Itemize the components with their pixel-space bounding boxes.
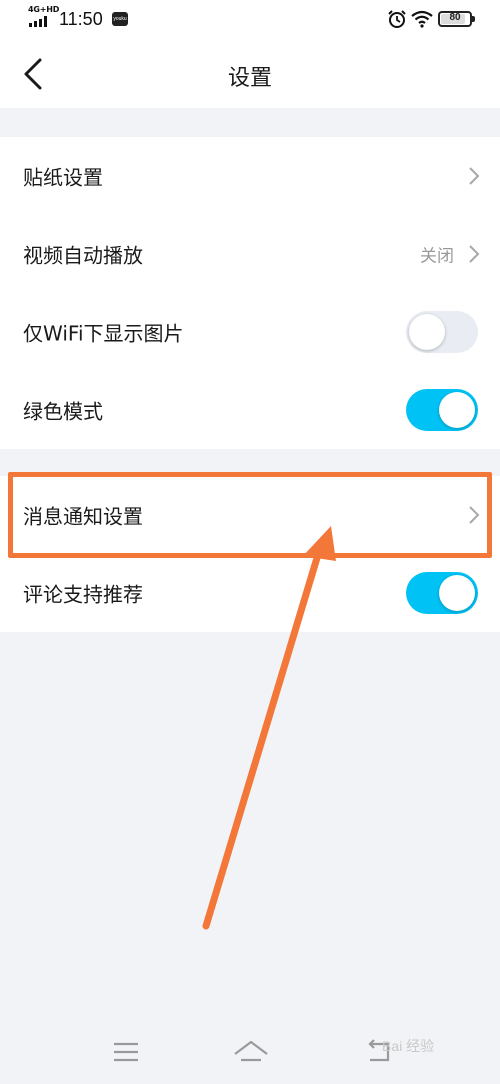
watermark: Bai 经验 <box>382 1038 435 1054</box>
network-type: 4G+HD <box>28 5 60 14</box>
signal-icon <box>29 16 47 27</box>
chevron-right-icon <box>469 245 480 263</box>
wifi-icon <box>411 10 433 28</box>
home-button[interactable] <box>229 1030 273 1074</box>
toggle-knob <box>409 314 445 350</box>
header: 设置 <box>0 40 500 108</box>
toggle-knob <box>439 575 475 611</box>
battery-cap <box>472 16 475 22</box>
setting-value: 关闭 <box>420 246 454 267</box>
setting-label: 绿色模式 <box>23 399 103 424</box>
setting-row-comment-recommend: 评论支持推荐 <box>0 554 500 632</box>
settings-group-general: 贴纸设置 视频自动播放 关闭 仅WiFi下显示图片 绿色模式 <box>0 137 500 449</box>
home-icon <box>234 1040 268 1062</box>
setting-label: 消息通知设置 <box>23 504 143 529</box>
wifi-images-toggle[interactable] <box>406 311 478 353</box>
setting-row-green-mode: 绿色模式 <box>0 371 500 449</box>
battery-percent: 80 <box>449 12 461 23</box>
chevron-right-icon <box>469 506 480 524</box>
setting-row-wifi-images: 仅WiFi下显示图片 <box>0 293 500 371</box>
setting-label: 仅WiFi下显示图片 <box>23 321 184 346</box>
battery-icon: 80 <box>438 11 472 27</box>
settings-group-notifications: 消息通知设置 评论支持推荐 <box>0 476 500 632</box>
status-time: 11:50 <box>59 9 103 29</box>
setting-row-notifications[interactable]: 消息通知设置 <box>0 476 500 554</box>
toggle-knob <box>439 392 475 428</box>
chevron-right-icon <box>469 167 480 185</box>
setting-label: 贴纸设置 <box>23 165 103 190</box>
menu-button[interactable] <box>104 1030 148 1074</box>
menu-icon <box>114 1042 138 1062</box>
green-mode-toggle[interactable] <box>406 389 478 431</box>
status-bar: 4G+HD 11:50 youku 80 <box>0 0 500 40</box>
setting-row-sticker[interactable]: 贴纸设置 <box>0 137 500 215</box>
setting-row-video-autoplay[interactable]: 视频自动播放 关闭 <box>0 215 500 293</box>
page-title: 设置 <box>227 66 272 91</box>
setting-label: 视频自动播放 <box>23 243 143 268</box>
alarm-icon <box>388 10 406 28</box>
youku-app-icon: youku <box>112 12 128 26</box>
comment-recommend-toggle[interactable] <box>406 572 478 614</box>
setting-label: 评论支持推荐 <box>23 582 143 607</box>
